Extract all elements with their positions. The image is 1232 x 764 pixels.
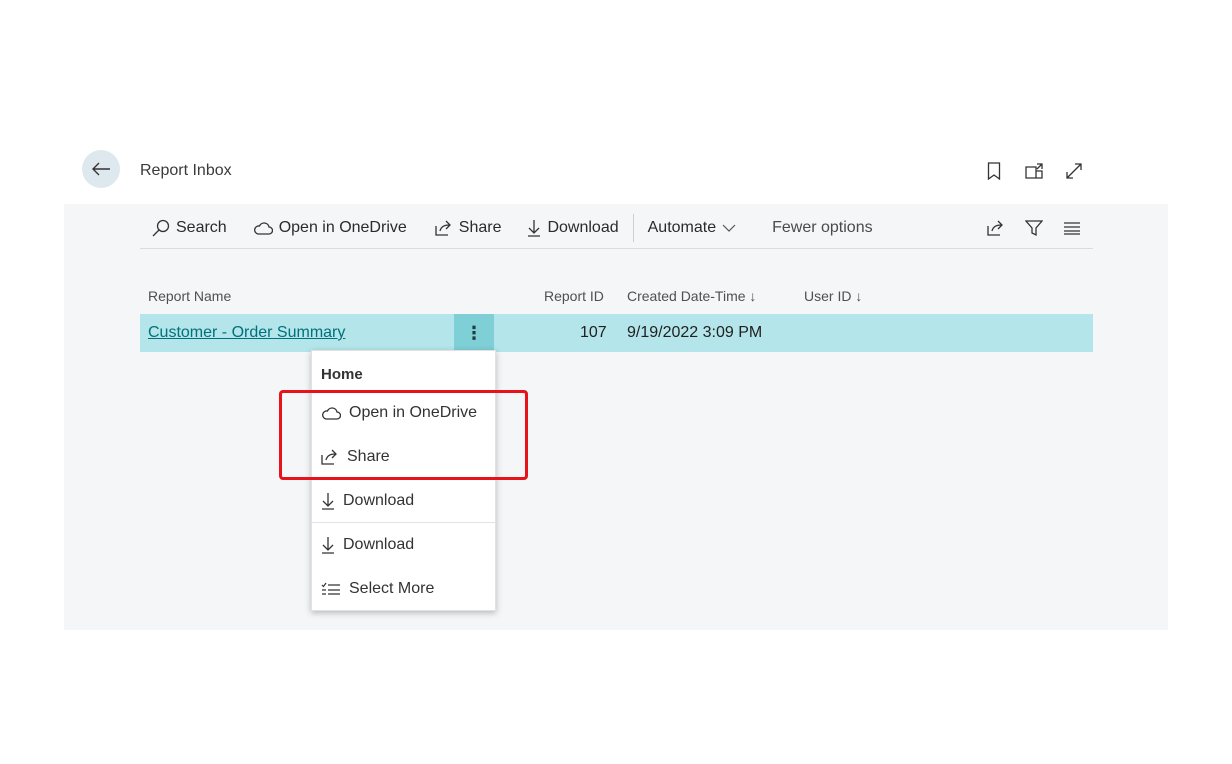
created-cell: 9/19/2022 3:09 PM (627, 324, 763, 341)
sort-down-icon: ↓ (855, 288, 863, 304)
share-label: Share (458, 219, 502, 236)
column-header-user-id[interactable]: User ID ↓ (804, 288, 862, 304)
toolbar-right-actions (987, 219, 1081, 237)
chevron-down-icon (722, 224, 736, 232)
automate-label: Automate (647, 219, 717, 236)
back-arrow-icon (92, 162, 110, 176)
open-onedrive-label: Open in OneDrive (278, 219, 407, 236)
expand-icon[interactable] (1064, 160, 1084, 182)
page-title: Report Inbox (140, 162, 232, 179)
open-onedrive-button[interactable]: Open in OneDrive (253, 219, 407, 237)
row-actions-button[interactable]: ⋮ (454, 314, 494, 352)
download-icon (322, 493, 334, 510)
action-bar: Search Open in OneDrive Share Download A… (140, 208, 1093, 249)
select-list-icon (321, 582, 340, 595)
menu-item-download-2[interactable]: Download (321, 536, 414, 554)
menu-item-label: Download (343, 492, 415, 509)
download-icon (322, 537, 334, 554)
download-label: Download (547, 219, 619, 236)
menu-heading: Home (321, 366, 363, 383)
download-button[interactable]: Download (527, 219, 619, 237)
bookmark-icon[interactable] (984, 160, 1004, 182)
toolbar-divider (632, 214, 634, 242)
search-button[interactable]: Search (152, 219, 227, 237)
fewer-options-button[interactable]: Fewer options (772, 219, 873, 237)
column-header-created[interactable]: Created Date-Time ↓ (627, 288, 756, 304)
report-name-link[interactable]: Customer - Order Summary (148, 324, 345, 342)
download-icon (528, 220, 541, 237)
column-header-report-id[interactable]: Report ID (544, 288, 604, 304)
menu-item-label: Select More (349, 580, 435, 597)
highlight-box (279, 390, 528, 480)
list-view-icon[interactable] (1063, 221, 1081, 235)
column-header-user-id-label: User ID (804, 288, 852, 304)
back-button[interactable] (82, 150, 120, 188)
filter-icon[interactable] (1025, 219, 1043, 237)
share-button[interactable]: Share (435, 219, 502, 237)
share-icon[interactable] (987, 220, 1005, 236)
menu-item-label: Download (343, 536, 415, 553)
more-vertical-icon: ⋮ (465, 322, 483, 343)
menu-item-download[interactable]: Download (321, 492, 414, 510)
sort-down-icon: ↓ (749, 288, 757, 304)
search-label: Search (176, 219, 227, 236)
open-new-window-icon[interactable] (1024, 160, 1044, 182)
share-icon (435, 220, 451, 236)
automate-menu[interactable]: Automate (648, 219, 736, 237)
column-header-report-name[interactable]: Report Name (148, 288, 231, 304)
search-icon (152, 219, 170, 237)
column-header-created-label: Created Date-Time (627, 288, 746, 304)
report-id-cell: 107 (580, 324, 607, 341)
menu-item-select-more[interactable]: Select More (321, 580, 434, 598)
menu-divider (312, 522, 495, 523)
fewer-options-label: Fewer options (772, 219, 873, 236)
header-actions (984, 160, 1084, 182)
cloud-icon (253, 222, 273, 235)
